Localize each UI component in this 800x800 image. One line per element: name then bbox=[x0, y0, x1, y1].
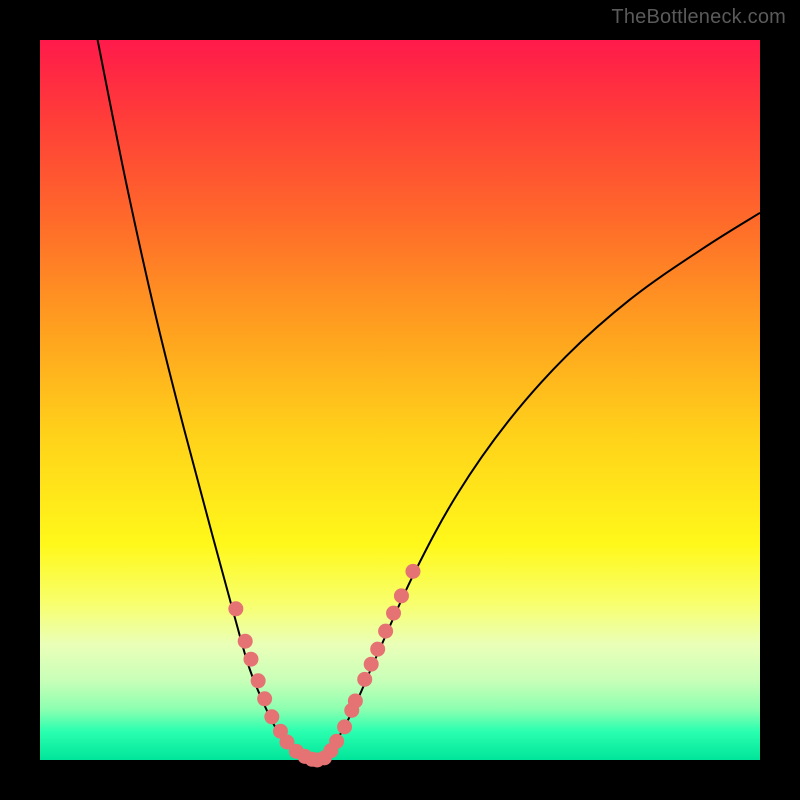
marker-dot bbox=[257, 691, 272, 706]
marker-dot bbox=[370, 642, 385, 657]
marker-dot bbox=[348, 693, 363, 708]
marker-dot bbox=[251, 673, 266, 688]
curve-curve-left bbox=[98, 40, 314, 760]
marker-dot bbox=[228, 601, 243, 616]
marker-dot bbox=[378, 624, 393, 639]
watermark-text: TheBottleneck.com bbox=[611, 6, 786, 29]
curve-svg bbox=[40, 40, 760, 760]
marker-group bbox=[228, 564, 420, 768]
marker-dot bbox=[405, 564, 420, 579]
plot-area bbox=[40, 40, 760, 760]
marker-dot bbox=[386, 606, 401, 621]
marker-dot bbox=[394, 588, 409, 603]
marker-dot bbox=[357, 672, 372, 687]
marker-dot bbox=[337, 719, 352, 734]
marker-dot bbox=[238, 634, 253, 649]
marker-dot bbox=[264, 709, 279, 724]
chart-frame: TheBottleneck.com bbox=[0, 0, 800, 800]
curve-group bbox=[98, 40, 760, 760]
curve-curve-right bbox=[314, 213, 760, 760]
marker-dot bbox=[364, 657, 379, 672]
marker-dot bbox=[329, 734, 344, 749]
marker-dot bbox=[243, 652, 258, 667]
